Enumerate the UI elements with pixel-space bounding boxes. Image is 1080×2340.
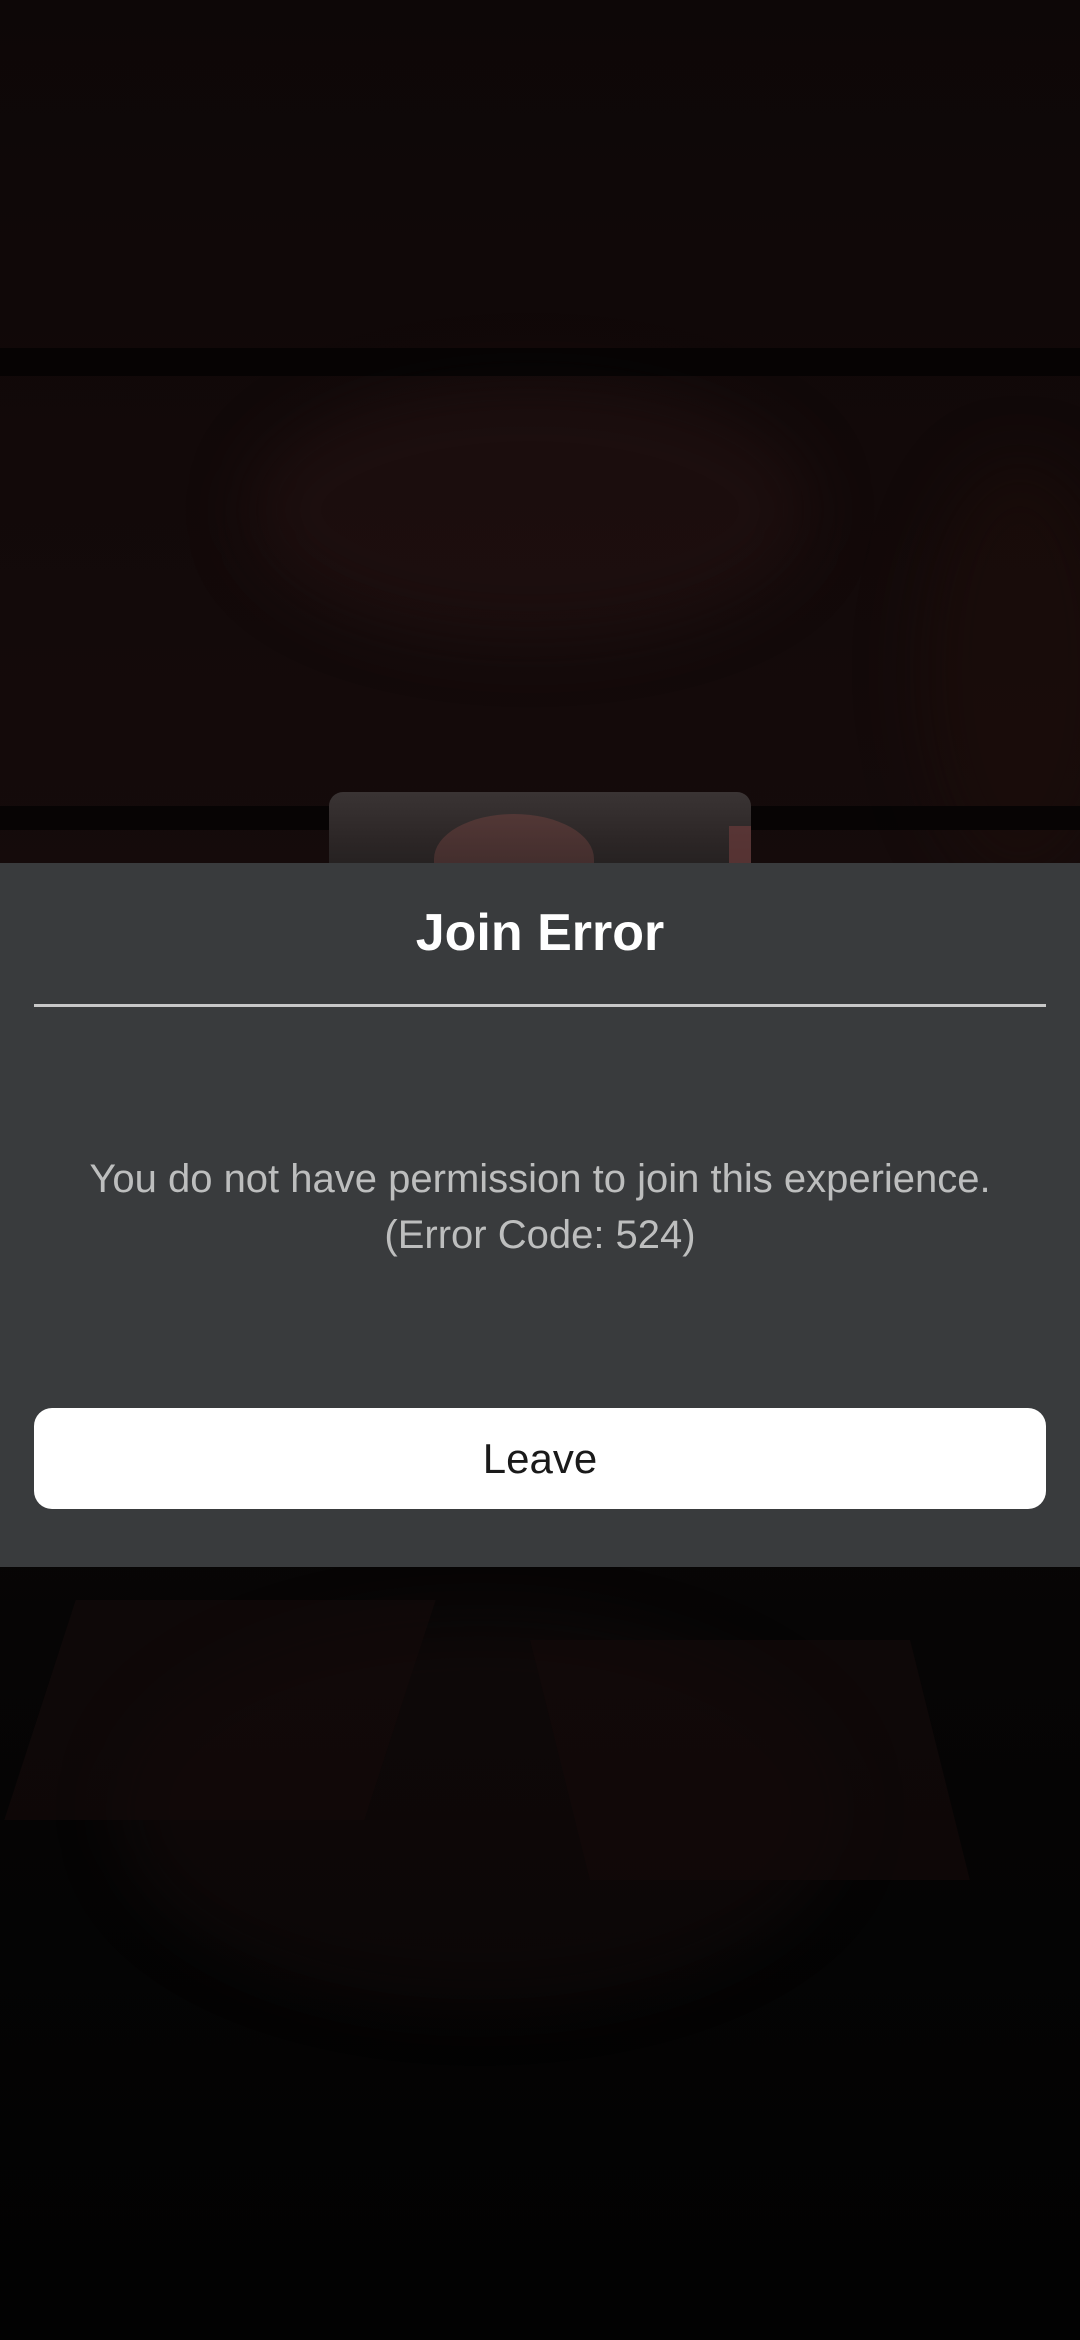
dialog-title: Join Error bbox=[415, 904, 665, 962]
dialog-message: You do not have permission to join this … bbox=[34, 1151, 1046, 1263]
background-scene-glow bbox=[250, 380, 810, 640]
experience-thumbnail bbox=[329, 792, 751, 872]
background-scene-band bbox=[0, 348, 1080, 376]
background-scene-shape bbox=[530, 1640, 970, 1880]
leave-button[interactable]: Leave bbox=[34, 1408, 1046, 1509]
dialog-divider bbox=[34, 1004, 1046, 1007]
background-scene-shape bbox=[4, 1600, 436, 1820]
error-code-text: (Error Code: 524) bbox=[384, 1213, 696, 1257]
game-screen: Join Error You do not have permission to… bbox=[0, 0, 1080, 2340]
error-message-text: You do not have permission to join this … bbox=[89, 1157, 991, 1201]
join-error-dialog: Join Error You do not have permission to… bbox=[0, 863, 1080, 1567]
